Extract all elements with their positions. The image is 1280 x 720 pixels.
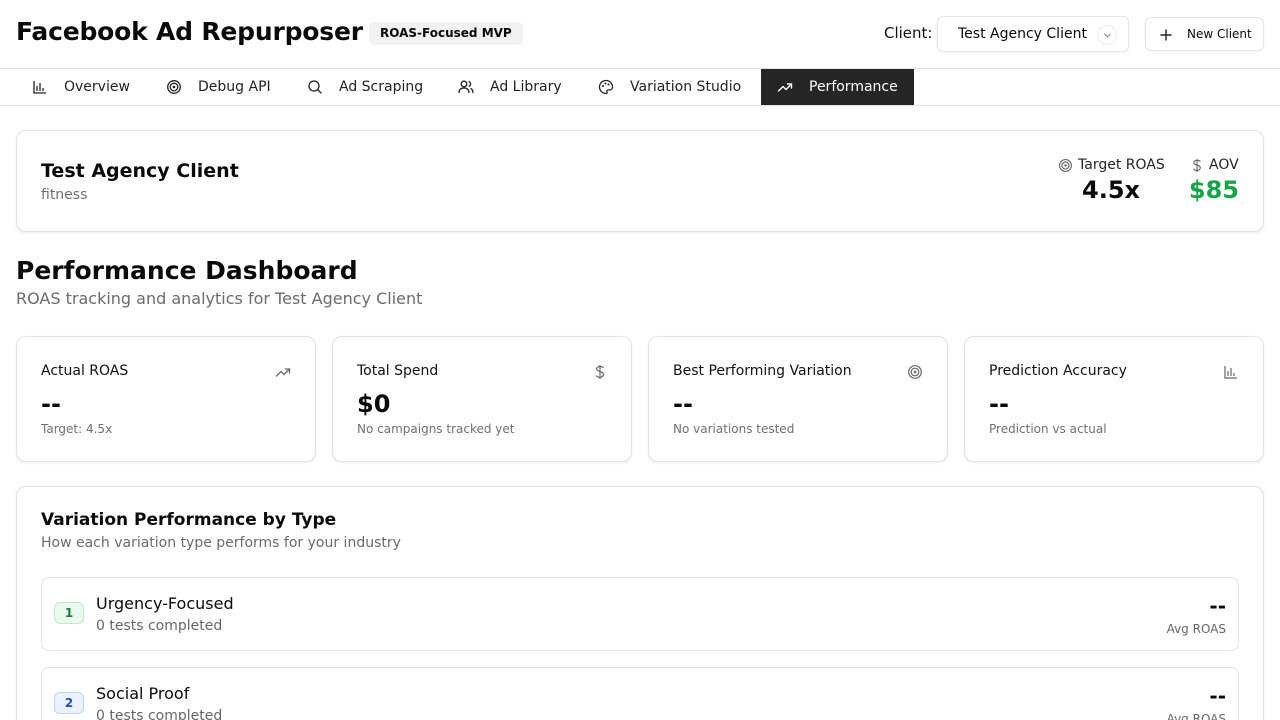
palette-icon <box>598 79 614 95</box>
stat-title: Actual ROAS <box>41 363 129 379</box>
panel-title: Variation Performance by Type <box>41 510 337 530</box>
stat-card-total-spend: Total Spend $0 No campaigns tracked yet <box>332 336 632 462</box>
target-icon <box>908 365 922 379</box>
aov-value: $85 <box>1188 176 1239 204</box>
tab-ad-library[interactable]: Ad Library <box>442 69 578 105</box>
tab-debug-api[interactable]: Debug API <box>150 69 287 105</box>
page-subtitle: ROAS tracking and analytics for Test Age… <box>16 289 423 308</box>
new-client-label: New Client <box>1187 27 1252 41</box>
client-name: Test Agency Client <box>41 160 239 182</box>
stat-value: -- <box>41 390 61 418</box>
page-title: Performance Dashboard <box>16 256 358 285</box>
search-icon <box>308 80 322 94</box>
target-roas-header: Target ROAS <box>1058 157 1165 173</box>
variation-avg-roas: -- <box>1209 684 1226 708</box>
tab-label: Performance <box>809 79 898 95</box>
app-header: Facebook Ad Repurposer ROAS-Focused MVP … <box>0 0 1280 69</box>
app-title: Facebook Ad Repurposer <box>16 17 363 46</box>
client-label: Client: <box>884 24 933 42</box>
variation-avg-roas: -- <box>1209 594 1226 618</box>
tab-label: Debug API <box>198 79 271 95</box>
stat-note: Target: 4.5x <box>41 422 113 436</box>
aov-label: AOV <box>1209 157 1239 173</box>
stat-card-best-variation: Best Performing Variation -- No variatio… <box>648 336 948 462</box>
client-info-card: Test Agency Client fitness Target ROAS 4… <box>16 130 1264 232</box>
target-icon <box>167 80 181 94</box>
target-roas-label: Target ROAS <box>1078 157 1165 173</box>
target-roas-value: 4.5x <box>1082 176 1140 204</box>
stat-note: No campaigns tracked yet <box>357 422 515 436</box>
nav-tabs: Overview Debug API Ad Scraping Ad Librar… <box>0 69 1280 106</box>
trending-up-icon <box>275 368 291 377</box>
users-icon <box>458 80 474 94</box>
bar-chart-icon <box>1224 366 1237 379</box>
stat-note: Prediction vs actual <box>989 422 1107 436</box>
target-icon <box>1059 158 1072 172</box>
panel-subtitle: How each variation type performs for you… <box>41 535 401 551</box>
tab-label: Variation Studio <box>630 79 742 95</box>
client-select-value: Test Agency Client <box>958 26 1087 42</box>
plus-icon <box>1160 29 1172 41</box>
variation-name: Urgency-Focused <box>96 594 234 613</box>
aov-header: AOV <box>1190 157 1239 173</box>
new-client-button[interactable]: New Client <box>1145 17 1264 51</box>
avg-roas-label: Avg ROAS <box>1166 622 1226 636</box>
client-industry: fitness <box>41 187 88 203</box>
stat-note: No variations tested <box>673 422 795 436</box>
tab-ad-scraping[interactable]: Ad Scraping <box>291 69 439 105</box>
trending-up-icon <box>777 83 793 92</box>
tab-performance[interactable]: Performance <box>761 69 914 105</box>
variation-row: 1 Urgency-Focused 0 tests completed -- A… <box>41 577 1239 651</box>
bar-chart-icon <box>33 81 46 94</box>
stat-card-actual-roas: Actual ROAS -- Target: 4.5x <box>16 336 316 462</box>
avg-roas-label: Avg ROAS <box>1166 712 1226 720</box>
tab-label: Ad Scraping <box>339 79 424 95</box>
rank-badge: 1 <box>54 602 84 624</box>
dollar-icon <box>1193 158 1201 172</box>
variation-performance-panel: Variation Performance by Type How each v… <box>16 486 1264 720</box>
stat-value: -- <box>989 390 1009 418</box>
client-select[interactable]: Test Agency Client <box>937 16 1129 52</box>
variation-tests: 0 tests completed <box>96 618 223 634</box>
stat-title: Best Performing Variation <box>673 363 852 379</box>
variation-tests: 0 tests completed <box>96 708 223 720</box>
stat-title: Total Spend <box>357 363 439 379</box>
tab-overview[interactable]: Overview <box>16 69 146 105</box>
stat-title: Prediction Accuracy <box>989 363 1127 379</box>
tab-label: Overview <box>64 79 130 95</box>
chevron-down-icon <box>1097 25 1117 45</box>
stat-value: $0 <box>357 390 391 418</box>
mvp-badge: ROAS-Focused MVP <box>369 22 523 45</box>
variation-row: 2 Social Proof 0 tests completed -- Avg … <box>41 667 1239 720</box>
stat-card-prediction-accuracy: Prediction Accuracy -- Prediction vs act… <box>964 336 1264 462</box>
tab-label: Ad Library <box>490 79 562 95</box>
rank-badge: 2 <box>54 692 84 714</box>
tab-variation-studio[interactable]: Variation Studio <box>582 69 757 105</box>
dollar-icon <box>595 365 605 379</box>
variation-name: Social Proof <box>96 684 190 703</box>
stat-value: -- <box>673 390 693 418</box>
